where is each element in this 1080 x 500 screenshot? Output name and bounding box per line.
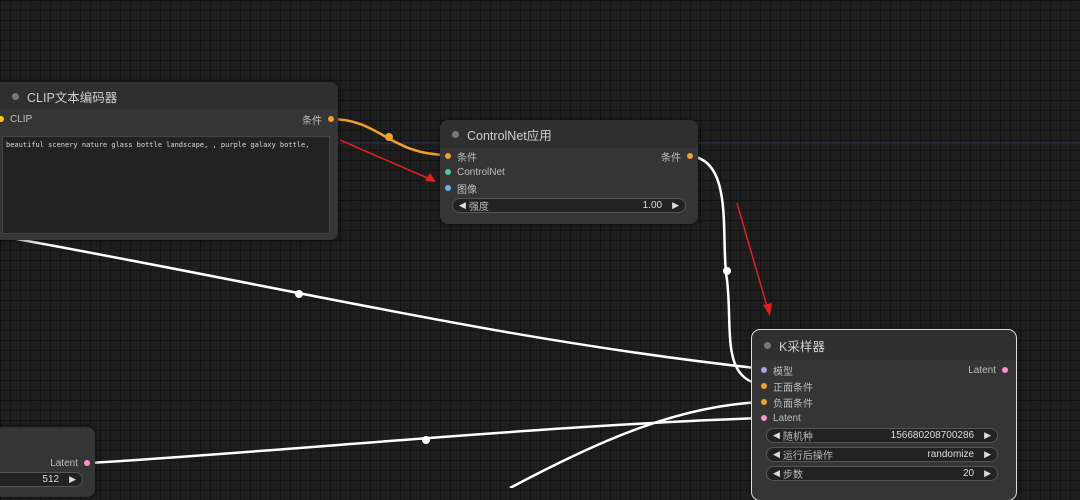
- collapse-dot-icon[interactable]: [12, 92, 19, 100]
- image-socket-icon[interactable]: [445, 185, 451, 191]
- input-negative[interactable]: 负面条件: [761, 395, 813, 410]
- controlnet-apply-node[interactable]: ControlNet应用 条件 ControlNet 图像 条件 ◀ 强度 1.…: [440, 120, 698, 224]
- output-latent[interactable]: Latent: [968, 363, 1008, 377]
- conditioning-socket-icon[interactable]: [761, 399, 767, 405]
- output-latent[interactable]: Latent: [50, 456, 90, 470]
- input-controlnet[interactable]: ControlNet: [445, 165, 505, 179]
- latent-socket-icon[interactable]: [84, 460, 90, 466]
- node-header[interactable]: ControlNet应用: [440, 120, 698, 148]
- seed-widget[interactable]: ◀ 随机种 156680208700286 ▶: [766, 428, 998, 443]
- wire-midpoint: [295, 290, 303, 298]
- conditioning-socket-icon[interactable]: [328, 116, 334, 122]
- input-conditioning[interactable]: 条件: [445, 149, 477, 164]
- conditioning-socket-icon[interactable]: [687, 153, 693, 159]
- ksampler-node[interactable]: K采样器 模型 正面条件 负面条件 Latent Latent ◀ 随机种 15…: [751, 329, 1017, 500]
- input-latent[interactable]: Latent: [761, 411, 801, 425]
- node-title: ControlNet应用: [467, 128, 552, 143]
- clip-socket-icon[interactable]: [0, 116, 4, 122]
- conditioning-wire: [330, 117, 449, 157]
- clip-text-encode-node[interactable]: CLIP文本编码器 CLIP 条件 beautiful scenery natu…: [0, 82, 338, 240]
- latent-socket-icon[interactable]: [761, 415, 767, 421]
- input-image[interactable]: 图像: [445, 181, 477, 196]
- annotation-arrow: [736, 202, 769, 311]
- conditioning-socket-icon[interactable]: [761, 383, 767, 389]
- node-header[interactable]: K采样器: [752, 330, 1016, 360]
- prompt-textarea[interactable]: beautiful scenery nature glass bottle la…: [2, 136, 330, 234]
- height-widget[interactable]: 512 ▶: [0, 472, 83, 487]
- model-socket-icon[interactable]: [761, 367, 767, 373]
- increment-arrow-icon[interactable]: ▶: [984, 430, 991, 441]
- decrement-arrow-icon[interactable]: ◀: [773, 449, 780, 460]
- latent-wire: [89, 416, 765, 465]
- node-header[interactable]: CLIP文本编码器: [0, 82, 338, 110]
- decrement-arrow-icon[interactable]: ◀: [773, 430, 780, 441]
- collapse-dot-icon[interactable]: [452, 130, 459, 138]
- decrement-arrow-icon[interactable]: ◀: [459, 200, 466, 211]
- wire-midpoint: [385, 133, 393, 141]
- increment-arrow-icon[interactable]: ▶: [672, 200, 679, 211]
- node-title: K采样器: [779, 339, 825, 354]
- controlnet-socket-icon[interactable]: [445, 169, 451, 175]
- collapse-dot-icon[interactable]: [764, 341, 771, 349]
- input-positive[interactable]: 正面条件: [761, 379, 813, 394]
- negative-wire: [509, 400, 765, 488]
- control-after-generate-widget[interactable]: ◀ 运行后操作 randomize ▶: [766, 447, 998, 462]
- annotation-arrow: [339, 139, 433, 181]
- node-title: CLIP文本编码器: [27, 90, 118, 105]
- output-conditioning[interactable]: 条件: [302, 112, 334, 127]
- model-wire: [0, 234, 765, 371]
- strength-widget[interactable]: ◀ 强度 1.00 ▶: [452, 198, 686, 213]
- increment-arrow-icon[interactable]: ▶: [984, 468, 991, 479]
- increment-arrow-icon[interactable]: ▶: [69, 474, 76, 485]
- increment-arrow-icon[interactable]: ▶: [984, 449, 991, 460]
- decrement-arrow-icon[interactable]: ◀: [773, 468, 780, 479]
- output-conditioning[interactable]: 条件: [661, 149, 693, 164]
- input-model[interactable]: 模型: [761, 363, 793, 378]
- empty-latent-node[interactable]: Latent 512 ▶: [0, 427, 95, 497]
- input-clip[interactable]: CLIP: [0, 112, 32, 126]
- steps-widget[interactable]: ◀ 步数 20 ▶: [766, 466, 998, 481]
- latent-socket-icon[interactable]: [1002, 367, 1008, 373]
- wire-midpoint: [422, 436, 430, 444]
- wire-midpoint: [723, 267, 731, 275]
- conditioning-socket-icon[interactable]: [445, 153, 451, 159]
